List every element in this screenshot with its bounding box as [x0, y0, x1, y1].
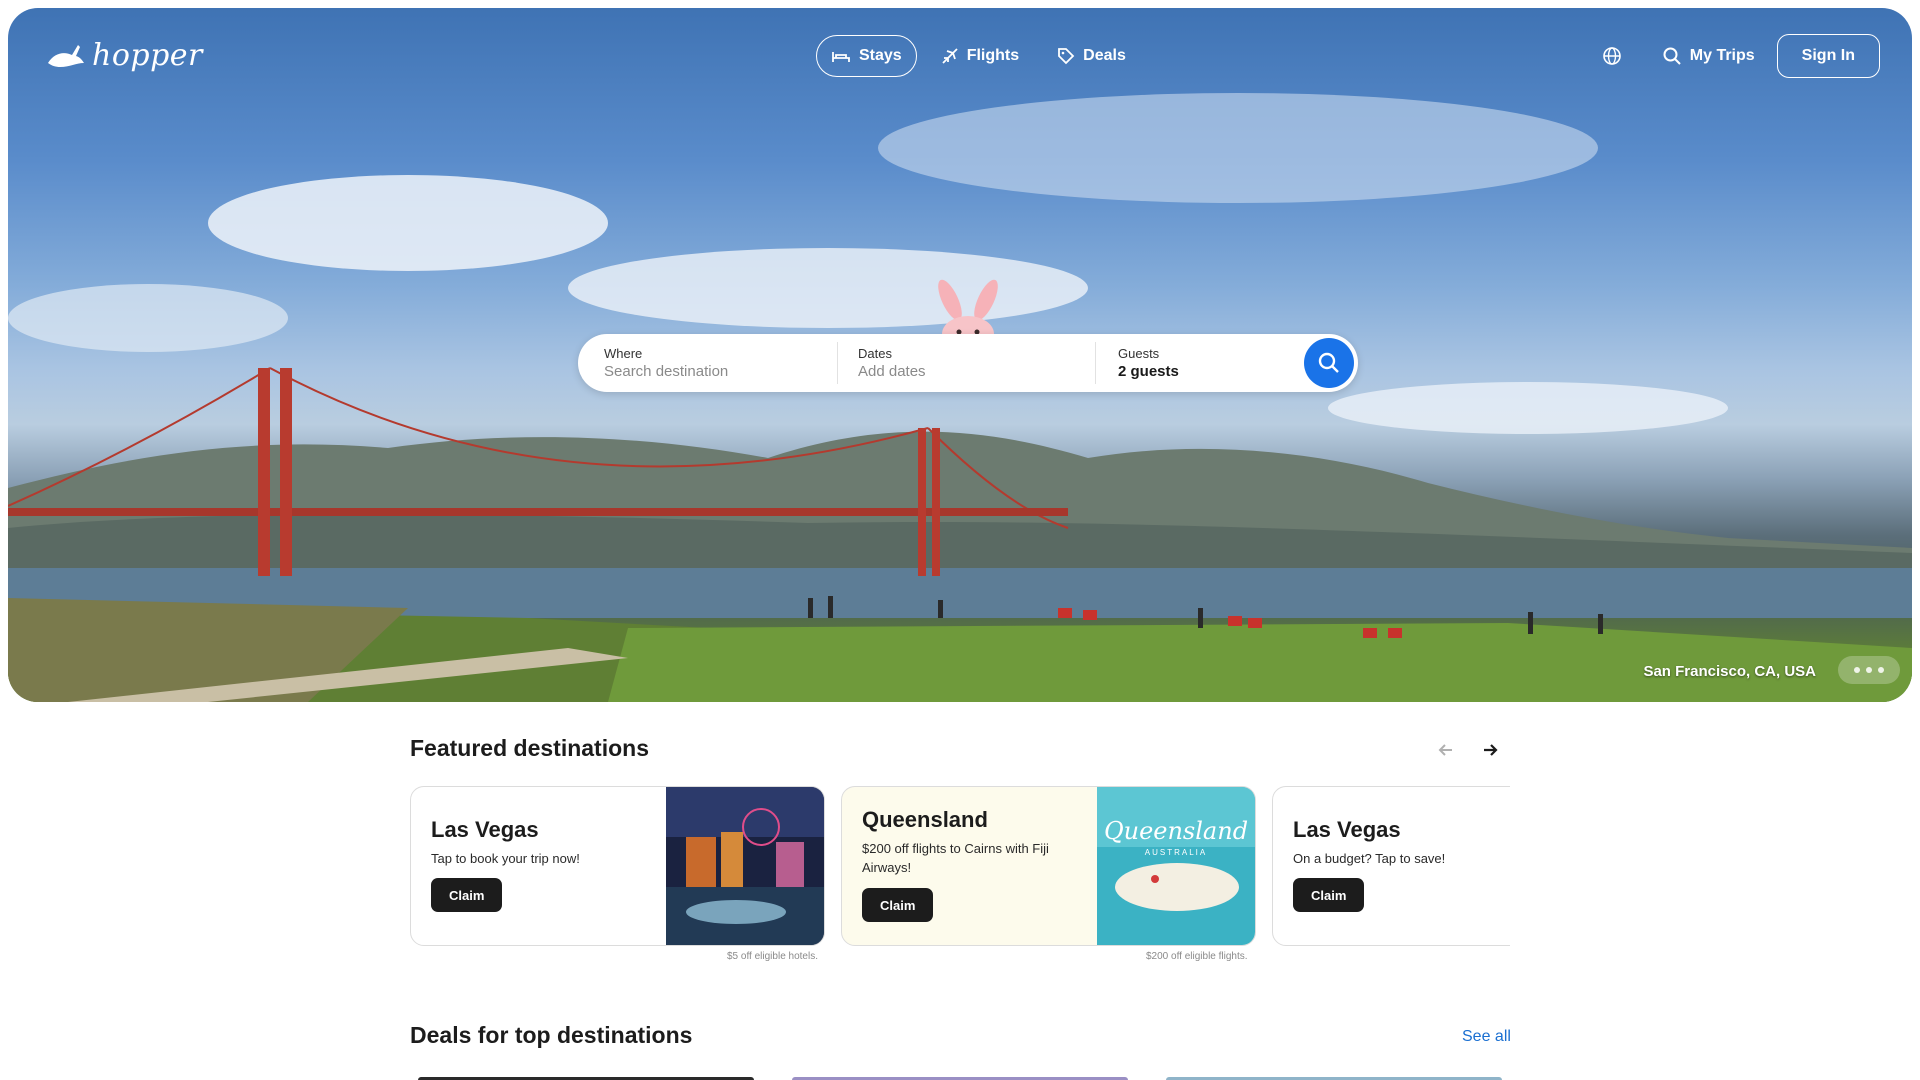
tab-deals[interactable]: Deals [1043, 35, 1140, 77]
hero-banner: hopper Stays Flights Deals My Trips Sign… [8, 8, 1912, 702]
claim-button[interactable]: Claim [862, 888, 934, 922]
queensland-wordmark: Queensland [1104, 817, 1248, 845]
sign-in-button[interactable]: Sign In [1776, 34, 1880, 78]
las-vegas-image [666, 787, 824, 945]
tag-icon [1058, 48, 1075, 65]
card-title: Las Vegas [1293, 817, 1401, 842]
featured-card-queensland[interactable]: Queensland $200 off flights to Cairns wi… [841, 786, 1256, 946]
carousel-controls [1436, 740, 1500, 760]
card-clip: Las Vegas On a budget? Tap to save! Clai… [1272, 786, 1510, 948]
queensland-image: Queensland AUSTRALIA [1097, 787, 1255, 945]
tab-stays[interactable]: Stays [816, 35, 917, 77]
where-field[interactable]: Where Search destination [578, 342, 838, 384]
search-button[interactable] [1304, 338, 1354, 388]
globe-icon [1602, 47, 1621, 65]
card-text: Las Vegas On a budget? Tap to save! [1293, 817, 1445, 868]
dot-icon [1866, 667, 1872, 673]
claim-button[interactable]: Claim [1293, 878, 1365, 912]
see-all-link[interactable]: See all [1462, 1028, 1511, 1046]
search-icon [1318, 352, 1339, 373]
card-subtitle: Tap to book your trip now! [431, 851, 580, 866]
card-subtitle: $200 off flights to Cairns with Fiji Air… [862, 841, 1049, 875]
dates-field[interactable]: Dates Add dates [838, 342, 1096, 384]
my-trips-label: My Trips [1689, 47, 1755, 64]
hopper-logo[interactable]: hopper [46, 38, 203, 73]
deals-title: Deals for top destinations [410, 1022, 693, 1048]
language-button[interactable] [1602, 46, 1622, 66]
bed-icon [832, 52, 850, 62]
australia-wordmark: AUSTRALIA [1145, 848, 1207, 857]
card-text: Las Vegas Tap to book your trip now! [431, 817, 580, 868]
guests-field[interactable]: Guests 2 guests [1096, 342, 1296, 384]
bunny-logo-icon [48, 44, 84, 67]
tab-stays-label: Stays [859, 47, 902, 64]
card-subtitle: On a budget? Tap to save! [1293, 851, 1446, 866]
arrow-left-icon[interactable] [1436, 740, 1456, 760]
brand-wordmark: hopper [92, 38, 203, 73]
dates-label: Dates [858, 346, 892, 361]
card-title: Las Vegas [431, 817, 539, 842]
card-text: Queensland $200 off flights to Cairns wi… [862, 807, 1087, 877]
where-input[interactable]: Search destination [604, 363, 811, 380]
featured-card-las-vegas-budget[interactable]: Las Vegas On a budget? Tap to save! Clai… [1272, 786, 1510, 946]
card-fineprint: $200 off eligible flights. [1146, 951, 1248, 962]
plane-icon [942, 48, 958, 64]
arrow-right-icon[interactable] [1480, 740, 1500, 760]
guests-label: Guests [1118, 346, 1160, 361]
search-bar: Where Search destination Dates Add dates… [578, 334, 1358, 392]
dot-icon [1854, 667, 1860, 673]
tab-flights[interactable]: Flights [927, 35, 1033, 77]
dot-icon [1878, 667, 1884, 673]
more-options-button[interactable] [1838, 656, 1900, 684]
guests-value[interactable]: 2 guests [1118, 363, 1270, 380]
dates-input[interactable]: Add dates [858, 363, 1069, 380]
main-nav: Stays Flights Deals [816, 35, 1140, 77]
featured-card-las-vegas[interactable]: Las Vegas Tap to book your trip now! Cla… [410, 786, 825, 946]
search-icon [1663, 47, 1681, 65]
my-trips-button[interactable]: My Trips [1662, 46, 1755, 66]
where-label: Where [604, 346, 643, 361]
photo-location: San Francisco, CA, USA [1643, 663, 1816, 680]
tab-flights-label: Flights [966, 47, 1020, 64]
nav-actions: My Trips Sign In [1602, 34, 1880, 78]
tab-deals-label: Deals [1083, 47, 1126, 64]
featured-title: Featured destinations [410, 735, 649, 761]
card-fineprint: $5 off eligible hotels. [727, 951, 818, 962]
card-title: Queensland [862, 807, 988, 832]
claim-button[interactable]: Claim [431, 878, 503, 912]
